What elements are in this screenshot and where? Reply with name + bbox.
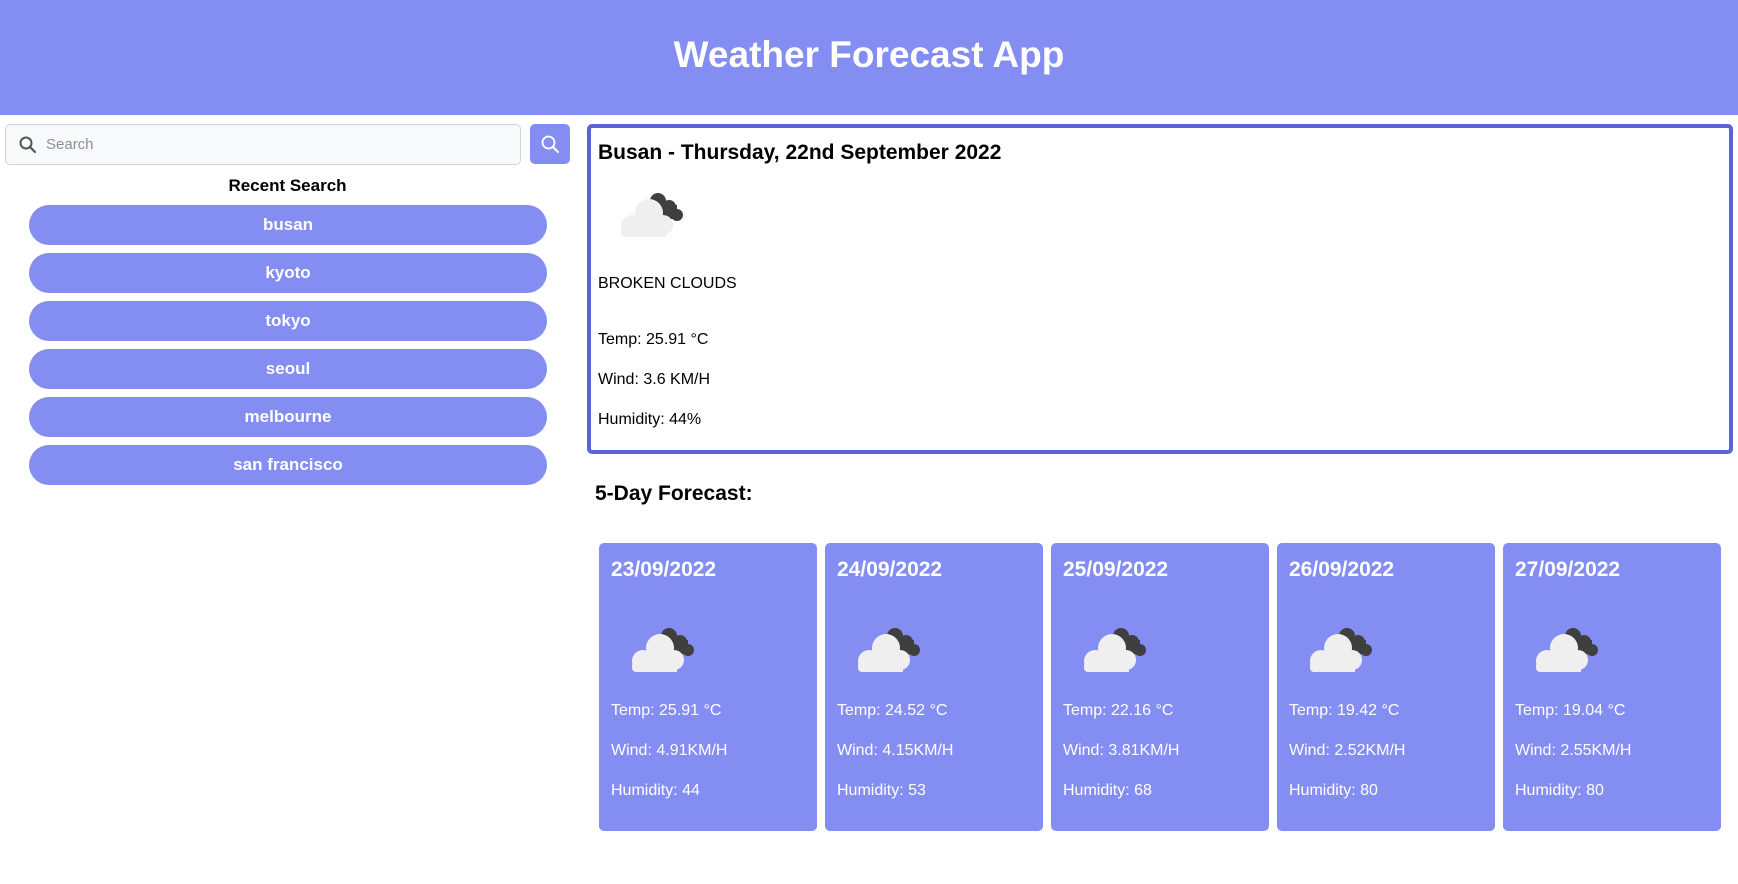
- forecast-wind: Wind: 2.52KM/H: [1289, 742, 1406, 759]
- broken-clouds-icon: [1536, 628, 1598, 672]
- recent-search-list: busan kyoto tokyo seoul melbourne san fr…: [29, 205, 547, 493]
- forecast-date: 27/09/2022: [1515, 558, 1621, 581]
- forecast-card: 27/09/2022 Temp: 19.04 °C Wind: 2.55KM/H…: [1503, 543, 1721, 831]
- app-header: Weather Forecast App: [0, 0, 1738, 115]
- forecast-card: 26/09/2022 Temp: 19.42 °C Wind: 2.52KM/H…: [1277, 543, 1495, 831]
- forecast-temperature: Temp: 19.04 °C: [1515, 702, 1626, 719]
- recent-search-item[interactable]: melbourne: [29, 397, 547, 437]
- broken-clouds-icon: [858, 628, 920, 672]
- broken-clouds-icon: [1084, 628, 1146, 672]
- search-icon: [19, 136, 37, 154]
- forecast-humidity: Humidity: 80: [1289, 782, 1378, 799]
- forecast-wind: Wind: 4.15KM/H: [837, 742, 954, 759]
- recent-search-item[interactable]: busan: [29, 205, 547, 245]
- forecast-heading: 5-Day Forecast:: [595, 482, 753, 505]
- recent-search-item[interactable]: tokyo: [29, 301, 547, 341]
- current-weather-panel: Busan - Thursday, 22nd September 2022 BR…: [587, 124, 1733, 454]
- search-input[interactable]: [46, 125, 512, 164]
- forecast-wind: Wind: 3.81KM/H: [1063, 742, 1180, 759]
- forecast-wind: Wind: 2.55KM/H: [1515, 742, 1632, 759]
- current-temperature: Temp: 25.91 °C: [598, 331, 709, 348]
- forecast-card: 25/09/2022 Temp: 22.16 °C Wind: 3.81KM/H…: [1051, 543, 1269, 831]
- forecast-date: 23/09/2022: [611, 558, 717, 581]
- forecast-humidity: Humidity: 44: [611, 782, 700, 799]
- recent-search-heading: Recent Search: [228, 176, 347, 195]
- search-field[interactable]: [5, 124, 521, 165]
- forecast-wind: Wind: 4.91KM/H: [611, 742, 728, 759]
- forecast-date: 25/09/2022: [1063, 558, 1169, 581]
- broken-clouds-icon: [632, 628, 694, 672]
- recent-search-item[interactable]: san francisco: [29, 445, 547, 485]
- forecast-temperature: Temp: 25.91 °C: [611, 702, 722, 719]
- app-title: Weather Forecast App: [673, 34, 1065, 75]
- forecast-temperature: Temp: 22.16 °C: [1063, 702, 1174, 719]
- recent-search-item[interactable]: kyoto: [29, 253, 547, 293]
- forecast-humidity: Humidity: 68: [1063, 782, 1152, 799]
- forecast-card: 24/09/2022 Temp: 24.52 °C Wind: 4.15KM/H…: [825, 543, 1043, 831]
- forecast-temperature: Temp: 24.52 °C: [837, 702, 948, 719]
- broken-clouds-icon: [621, 193, 683, 237]
- broken-clouds-icon: [1310, 628, 1372, 672]
- current-weather-title: Busan - Thursday, 22nd September 2022: [598, 141, 1002, 164]
- forecast-card: 23/09/2022 Temp: 25.91 °C Wind: 4.91KM/H…: [599, 543, 817, 831]
- search-button[interactable]: [530, 124, 570, 164]
- current-humidity: Humidity: 44%: [598, 411, 702, 428]
- search-icon: [541, 135, 559, 153]
- current-wind: Wind: 3.6 KM/H: [598, 371, 711, 388]
- forecast-date: 24/09/2022: [837, 558, 943, 581]
- weather-description: BROKEN CLOUDS: [598, 275, 737, 292]
- forecast-humidity: Humidity: 80: [1515, 782, 1604, 799]
- forecast-humidity: Humidity: 53: [837, 782, 926, 799]
- forecast-temperature: Temp: 19.42 °C: [1289, 702, 1400, 719]
- recent-search-item[interactable]: seoul: [29, 349, 547, 389]
- forecast-date: 26/09/2022: [1289, 558, 1395, 581]
